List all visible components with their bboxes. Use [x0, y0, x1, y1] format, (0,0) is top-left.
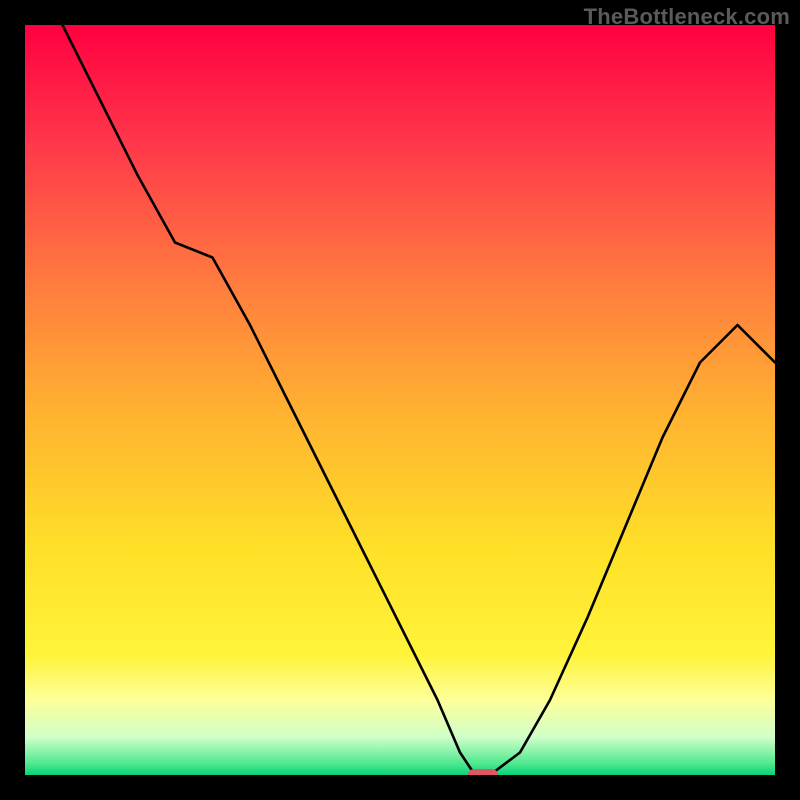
watermark-text: TheBottleneck.com — [584, 4, 790, 30]
chart-optimum-marker — [468, 769, 498, 775]
chart-curve — [25, 25, 775, 775]
chart-plot-area — [25, 25, 775, 775]
